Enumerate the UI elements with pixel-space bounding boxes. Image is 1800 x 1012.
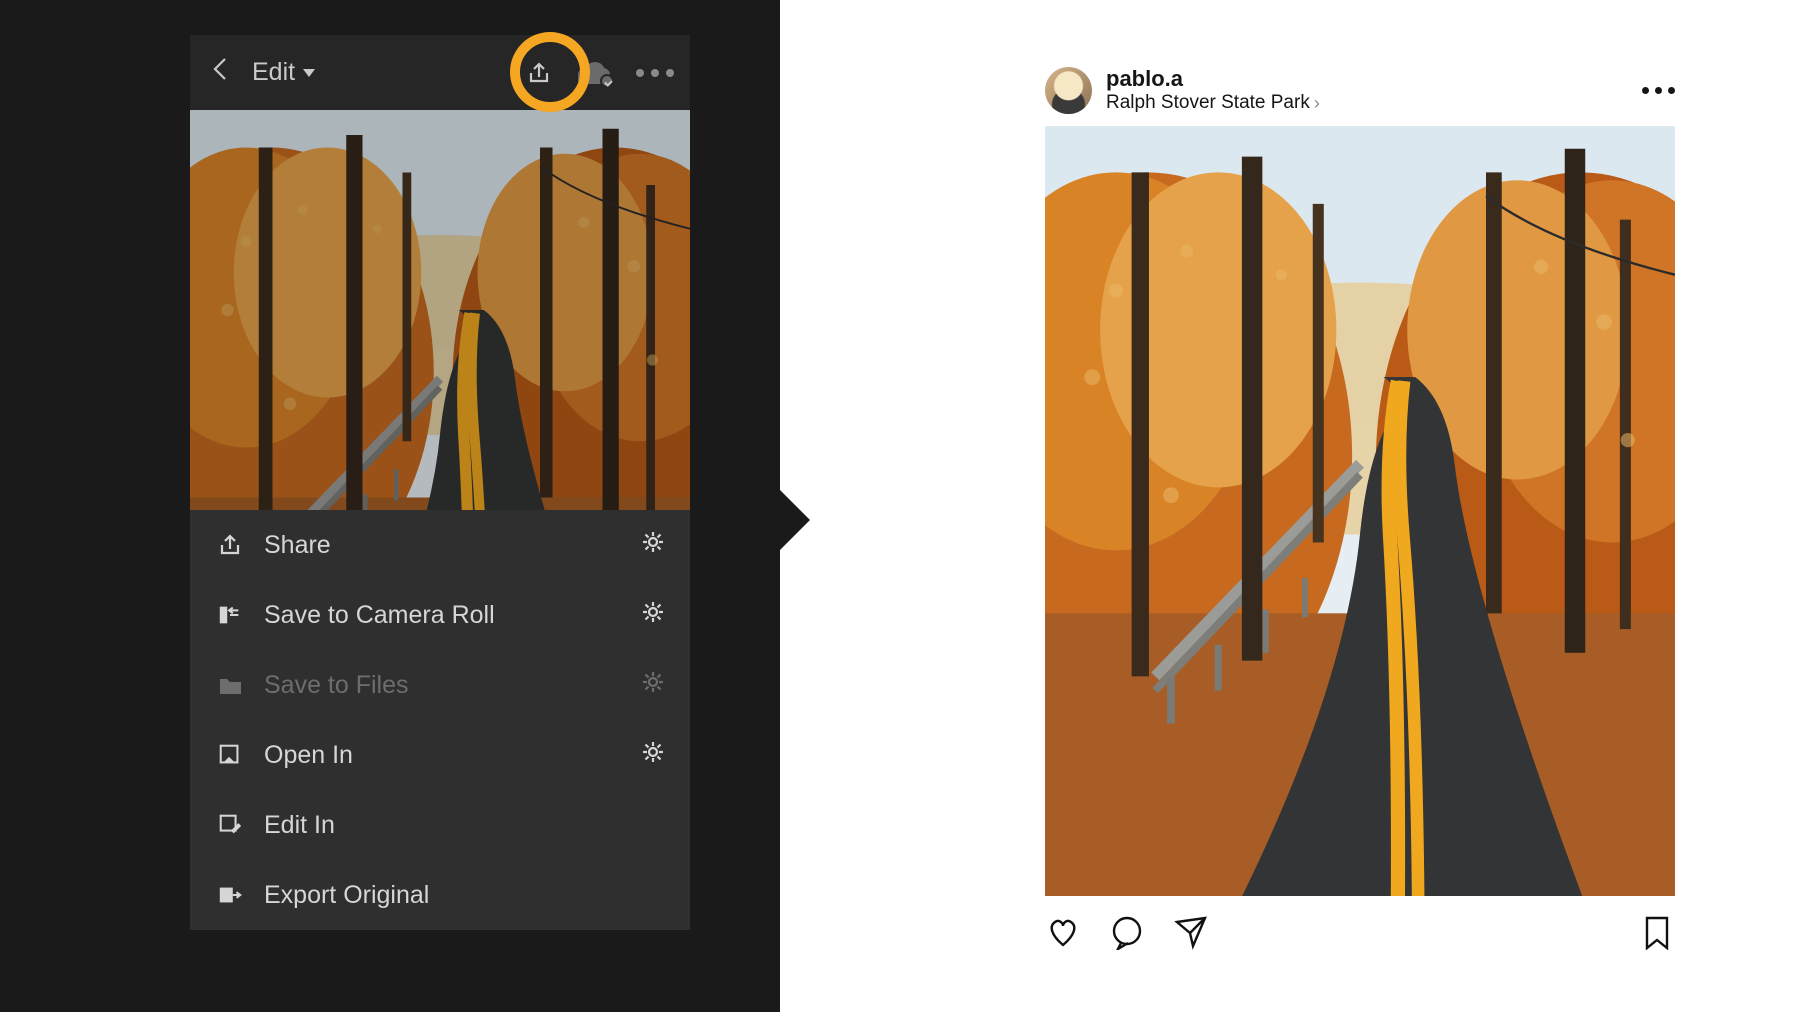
open-in-icon	[214, 742, 246, 768]
folder-icon	[214, 672, 246, 698]
gear-icon[interactable]	[640, 739, 666, 772]
menu-label: Share	[264, 531, 331, 560]
like-button[interactable]	[1045, 914, 1081, 950]
share-button[interactable]	[526, 60, 552, 86]
menu-label: Save to Files	[264, 671, 409, 700]
gear-icon[interactable]	[640, 529, 666, 562]
save-roll-icon	[214, 602, 246, 628]
location-link[interactable]: Ralph Stover State Park ›	[1106, 92, 1320, 114]
lightroom-app: Edit Share	[190, 35, 690, 930]
gear-icon[interactable]	[640, 599, 666, 632]
gear-icon	[640, 669, 666, 702]
instagram-post: pablo.a Ralph Stover State Park ›	[1045, 60, 1675, 950]
menu-label: Export Original	[264, 881, 429, 910]
menu-files: Save to Files	[190, 650, 690, 720]
menu-share[interactable]: Share	[190, 510, 690, 580]
post-image[interactable]	[1045, 126, 1675, 896]
send-button[interactable]	[1173, 914, 1209, 950]
edit-in-icon	[214, 812, 246, 838]
photo-preview[interactable]	[190, 110, 690, 510]
menu-open-in[interactable]: Open In	[190, 720, 690, 790]
menu-label: Save to Camera Roll	[264, 601, 495, 630]
flow-arrow-icon	[750, 460, 810, 580]
avatar[interactable]	[1045, 67, 1092, 114]
bookmark-button[interactable]	[1639, 914, 1675, 950]
username[interactable]: pablo.a	[1106, 66, 1320, 92]
mode-label: Edit	[252, 58, 295, 87]
chevron-right-icon: ›	[1314, 93, 1320, 114]
menu-label: Edit In	[264, 811, 335, 840]
back-button[interactable]	[208, 56, 234, 90]
menu-label: Open In	[264, 741, 353, 770]
menu-edit-in[interactable]: Edit In	[190, 790, 690, 860]
menu-camera-roll[interactable]: Save to Camera Roll	[190, 580, 690, 650]
post-header: pablo.a Ralph Stover State Park ›	[1045, 60, 1675, 120]
export-icon	[214, 882, 246, 908]
comment-button[interactable]	[1109, 914, 1145, 950]
mode-dropdown[interactable]: Edit	[252, 58, 315, 87]
caret-down-icon	[303, 69, 315, 77]
post-actions	[1045, 914, 1675, 950]
menu-export-original[interactable]: Export Original	[190, 860, 690, 930]
location-label: Ralph Stover State Park	[1106, 92, 1310, 114]
more-button[interactable]	[636, 69, 674, 77]
share-icon	[214, 532, 246, 558]
post-more-button[interactable]	[1642, 87, 1675, 94]
lightroom-header: Edit	[190, 35, 690, 110]
share-menu: Share Save to Camera Roll Save to Files …	[190, 510, 690, 930]
cloud-sync-icon[interactable]	[578, 62, 610, 84]
